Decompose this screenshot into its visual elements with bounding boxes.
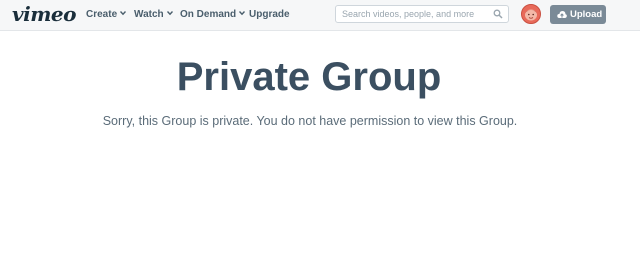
avatar-face-icon [522,5,540,23]
upload-button-label: Upload [570,9,603,20]
nav-create-label: Create [86,9,118,20]
nav-upgrade-label: Upgrade [249,9,290,20]
nav-watch-label: Watch [134,9,164,20]
page-title: Private Group [176,55,442,99]
avatar[interactable] [521,4,541,24]
search-icon[interactable] [493,9,503,19]
cloud-upload-icon [557,11,567,18]
private-group-message: Sorry, this Group is private. You do not… [102,114,518,128]
chevron-down-icon [166,11,173,16]
nav-on-demand-label: On Demand [180,9,237,20]
vimeo-logo[interactable]: vimeo [12,2,76,26]
search-input[interactable] [342,8,492,20]
nav-on-demand[interactable]: On Demand [180,9,246,20]
top-navigation-bar: vimeo Create Watch On Demand Upgrade Sea… [0,0,640,31]
chevron-down-icon [120,11,127,16]
search-box [335,5,509,23]
nav-create[interactable]: Create [86,9,127,20]
upload-button[interactable]: Upload [550,5,606,24]
chevron-down-icon [239,11,246,16]
nav-watch[interactable]: Watch [134,9,173,20]
nav-upgrade[interactable]: Upgrade [249,9,290,20]
